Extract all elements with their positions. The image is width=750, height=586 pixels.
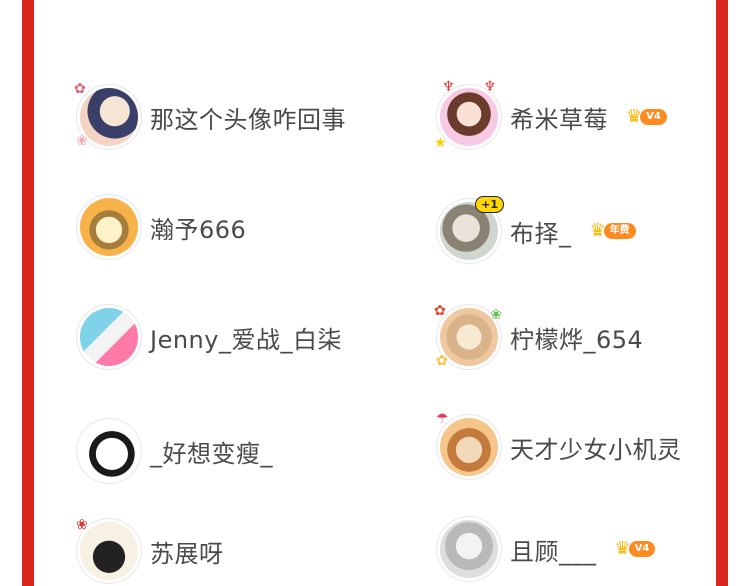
user-name: _好想变瘦_ (150, 439, 273, 468)
user-name: 布择_ (510, 219, 572, 248)
user-name: 那这个头像咋回事 (150, 105, 346, 134)
user-item-5[interactable]: Jenny_爱战_白柒 (80, 308, 342, 366)
manga-boy-avatar[interactable] (80, 422, 138, 480)
user-item-2[interactable]: ♆ ♆ ★ 希米草莓 ♛ V4 (434, 80, 667, 150)
user-name: 且顾___ (510, 537, 597, 566)
user-item-1[interactable]: ✿ ❀ 那这个头像咋回事 (74, 82, 346, 148)
user-name: 瀚予666 (150, 215, 247, 244)
devil-girl-avatar[interactable]: ♆ ♆ ★ (434, 80, 498, 150)
black-cat-avatar[interactable]: ❀ (76, 518, 138, 580)
user-name: 柠檬烨_654 (510, 325, 644, 354)
left-red-border (22, 0, 34, 586)
vip-badge: ♛ V4 (626, 108, 667, 126)
user-item-4[interactable]: +1 布择_ ♛ 年费 (440, 196, 636, 260)
new-pick-avatar[interactable] (80, 308, 138, 366)
cartoon-boy-avatar[interactable] (80, 198, 138, 256)
user-item-10[interactable]: 且顾___ ♛ V4 (440, 520, 656, 578)
flower-frame-avatar[interactable]: ✿ ❀ ✿ (434, 304, 502, 368)
user-item-6[interactable]: ✿ ❀ ✿ 柠檬烨_654 (434, 304, 644, 368)
plus-one-badge: +1 (475, 196, 504, 213)
silver-hair-avatar[interactable] (440, 520, 498, 578)
user-name: 天才少女小机灵 (510, 435, 682, 464)
user-item-9[interactable]: ❀ 苏展呀 (76, 518, 224, 580)
vip-badge: ♛ V4 (615, 540, 656, 558)
girl-sketch-avatar[interactable]: ✿ ❀ (74, 82, 138, 148)
annual-vip-badge: ♛ 年费 (590, 222, 636, 240)
user-item-8[interactable]: ☂ 天才少女小机灵 (436, 412, 682, 476)
girl-photo-avatar[interactable]: +1 (440, 196, 504, 260)
user-name: Jenny_爱战_白柒 (150, 325, 342, 354)
user-item-7[interactable]: _好想变瘦_ (80, 422, 273, 480)
user-name: 希米草莓 (510, 105, 608, 134)
right-red-border (716, 0, 728, 586)
girl-umbrella-avatar[interactable]: ☂ (436, 412, 498, 476)
user-name: 苏展呀 (150, 539, 224, 568)
user-item-3[interactable]: 瀚予666 (80, 198, 246, 256)
